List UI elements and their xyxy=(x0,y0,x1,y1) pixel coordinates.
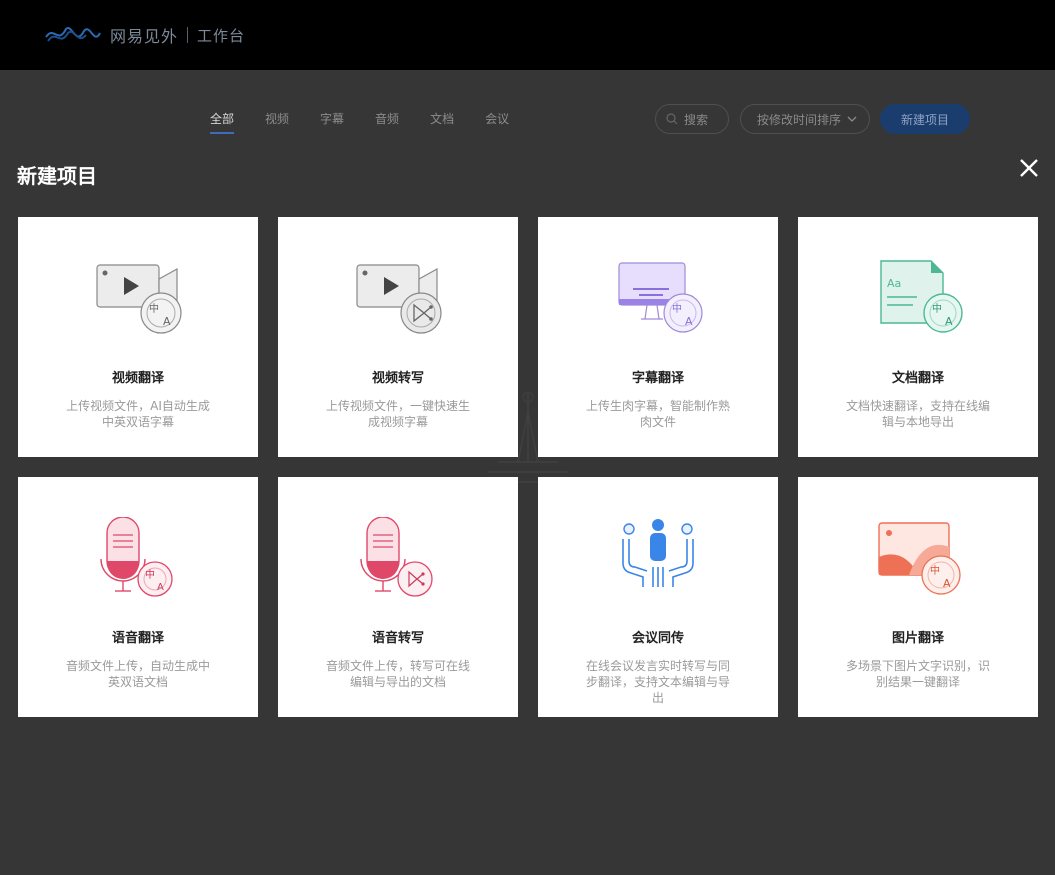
tab-subtitle[interactable]: 字幕 xyxy=(320,110,344,134)
card-video-transcribe[interactable]: 视频转写 上传视频文件，一键快速生成视频字幕 xyxy=(278,217,518,457)
card-description: 文档快速翻译，支持在线编辑与本地导出 xyxy=(845,399,990,429)
brand-name[interactable]: 网易见外 xyxy=(110,23,178,47)
audio-translate-icon: 中 A xyxy=(100,517,173,597)
card-title: 视频翻译 xyxy=(111,371,164,386)
video-transcribe-icon xyxy=(356,264,442,334)
tab-video[interactable]: 视频 xyxy=(265,110,289,134)
image-translate-icon: 中 A xyxy=(878,522,961,595)
card-description: 上传视频文件，AI自动生成中英双语字幕 xyxy=(66,399,210,429)
header-divider xyxy=(187,27,189,43)
svg-text:中: 中 xyxy=(149,302,159,315)
video-translate-icon: 中 A xyxy=(96,264,182,334)
card-description: 上传视频文件，一键快速生成视频字幕 xyxy=(325,399,470,429)
tab-document[interactable]: 文档 xyxy=(430,110,454,134)
card-subtitle-translate[interactable]: 中 A 字幕翻译 上传生肉字幕，智能制作熟肉文件 xyxy=(538,217,778,457)
card-description: 音频文件上传，自动生成中英双语文档 xyxy=(65,659,210,689)
category-tabs: 全部 视频 字幕 音频 文档 会议 xyxy=(210,110,540,134)
tab-meeting[interactable]: 会议 xyxy=(485,110,509,134)
card-title: 图片翻译 xyxy=(891,631,944,646)
search-input[interactable]: 搜索 xyxy=(655,104,729,134)
svg-text:A: A xyxy=(157,582,164,593)
card-description: 上传生肉字幕，智能制作熟肉文件 xyxy=(585,399,730,429)
card-title: 字幕翻译 xyxy=(631,371,684,386)
card-meeting-interpret[interactable]: 会议同传 在线会议发言实时转写与同步翻译，支持文本编辑与导出 xyxy=(538,477,778,717)
meeting-interpret-icon xyxy=(622,519,694,587)
brand-logo-icon[interactable] xyxy=(44,23,102,47)
tab-all[interactable]: 全部 xyxy=(210,110,235,134)
workspace-label: 工作台 xyxy=(197,26,246,45)
card-image-translate[interactable]: 中 A 图片翻译 多场景下图片文字识别，识别结果一键翻译 xyxy=(798,477,1038,717)
svg-text:A: A xyxy=(685,315,693,328)
card-description: 在线会议发言实时转写与同步翻译，支持文本编辑与导出 xyxy=(585,659,730,705)
modal-title: 新建项目 xyxy=(17,164,97,188)
close-icon[interactable] xyxy=(1017,156,1041,180)
card-document-translate[interactable]: Aa 中 A 文档翻译 文档快速翻译，支持在线编辑与本地导出 xyxy=(798,217,1038,457)
card-description: 音频文件上传，转写可在线编辑与导出的文档 xyxy=(325,659,470,689)
svg-text:中: 中 xyxy=(932,302,942,315)
svg-text:Aa: Aa xyxy=(887,277,901,290)
top-bar: 网易见外 工作台 xyxy=(0,0,1055,70)
search-placeholder: 搜索 xyxy=(684,112,709,127)
card-title: 视频转写 xyxy=(371,371,424,386)
card-title: 语音转写 xyxy=(371,631,424,646)
card-description: 多场景下图片文字识别，识别结果一键翻译 xyxy=(845,659,990,689)
card-title: 会议同传 xyxy=(631,631,684,646)
card-audio-translate[interactable]: 中 A 语音翻译 音频文件上传，自动生成中英双语文档 xyxy=(18,477,258,717)
svg-text:中: 中 xyxy=(930,564,940,577)
document-translate-icon: Aa 中 A xyxy=(880,260,963,333)
chevron-down-icon xyxy=(847,116,857,122)
project-type-grid: 中 A 视频翻译 上传视频文件，AI自动生成中英双语字幕 视频转写 上传视频文件… xyxy=(18,217,1038,717)
svg-text:中: 中 xyxy=(145,568,155,581)
new-project-button[interactable]: 新建项目 xyxy=(880,104,970,134)
card-audio-transcribe[interactable]: 语音转写 音频文件上传，转写可在线编辑与导出的文档 xyxy=(278,477,518,717)
sort-dropdown[interactable]: 按修改时间排序 xyxy=(740,104,870,134)
audio-transcribe-icon xyxy=(360,517,433,597)
tab-audio[interactable]: 音频 xyxy=(375,110,399,134)
card-title: 文档翻译 xyxy=(891,371,944,386)
svg-text:A: A xyxy=(943,577,951,590)
svg-text:中: 中 xyxy=(672,302,682,315)
svg-text:A: A xyxy=(945,315,953,328)
search-icon xyxy=(666,113,678,125)
card-video-translate[interactable]: 中 A 视频翻译 上传视频文件，AI自动生成中英双语字幕 xyxy=(18,217,258,457)
card-title: 语音翻译 xyxy=(111,631,164,646)
svg-text:A: A xyxy=(163,315,171,328)
sort-label: 按修改时间排序 xyxy=(757,112,842,127)
subtitle-translate-icon: 中 A xyxy=(618,262,703,333)
